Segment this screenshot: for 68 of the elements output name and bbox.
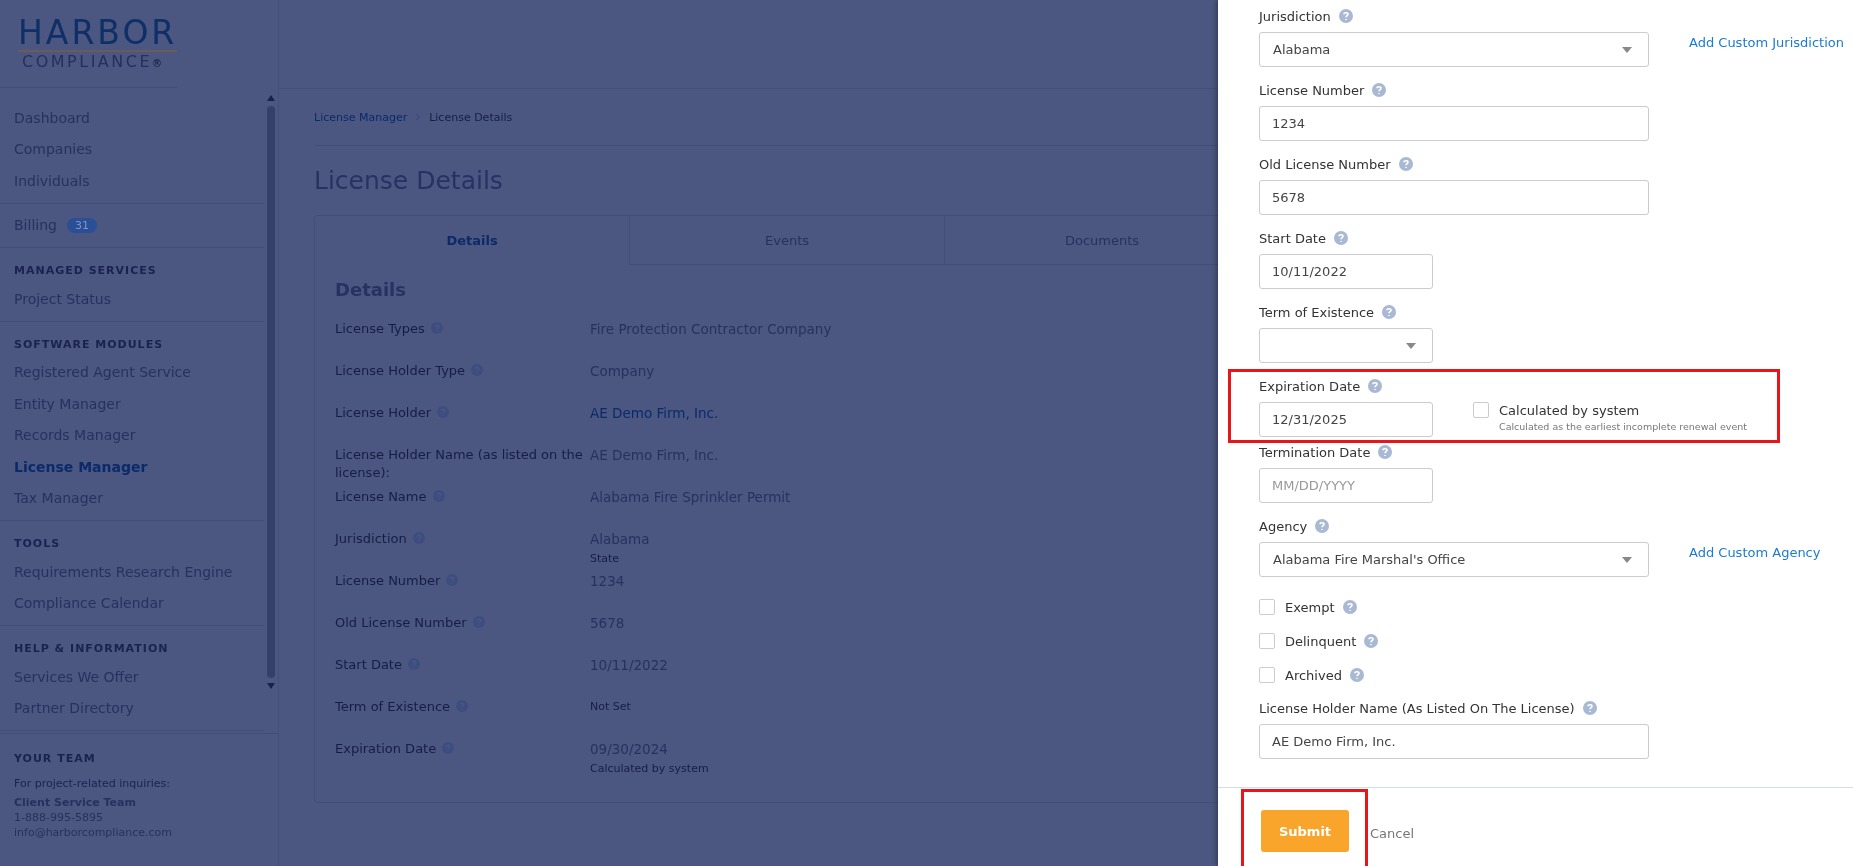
input-field[interactable]: AE Demo Firm, Inc. bbox=[1259, 724, 1649, 759]
field-label: License Number bbox=[1259, 82, 1365, 98]
help-icon[interactable] bbox=[1582, 701, 1597, 715]
caret-icon[interactable] bbox=[1622, 46, 1632, 53]
field-note: Calculated by system bbox=[590, 762, 709, 775]
help-icon[interactable] bbox=[1368, 379, 1383, 393]
scroll-down-icon[interactable] bbox=[266, 682, 276, 690]
field-label: Old License Number bbox=[1259, 156, 1391, 172]
field-label: License Name bbox=[335, 489, 427, 504]
help-icon[interactable] bbox=[1315, 519, 1330, 533]
help-icon[interactable] bbox=[1349, 668, 1364, 682]
field-label: Old License Number bbox=[335, 615, 467, 630]
help-icon[interactable] bbox=[1382, 305, 1397, 319]
input-field[interactable]: 1234 bbox=[1259, 106, 1649, 141]
tab[interactable]: Details bbox=[315, 216, 629, 265]
input-field[interactable]: 10/11/2022 bbox=[1259, 254, 1433, 289]
checkbox-label: Exempt bbox=[1285, 599, 1335, 615]
field-value: Not Set bbox=[590, 699, 631, 715]
field-label: Start Date bbox=[1259, 230, 1326, 246]
help-icon[interactable] bbox=[1372, 83, 1387, 97]
field-label: License Holder Name (as listed on the license): bbox=[335, 447, 583, 480]
field-note: Calculated as the earliest incomplete renewal event bbox=[1498, 421, 1747, 432]
field-label: Term of Existence bbox=[335, 699, 451, 714]
help-icon[interactable] bbox=[1333, 231, 1348, 245]
checkbox[interactable] bbox=[1259, 599, 1275, 615]
checkbox-label: Calculated by system bbox=[1499, 402, 1640, 418]
field-label: Start Date bbox=[335, 657, 402, 672]
help-icon[interactable] bbox=[1364, 634, 1379, 648]
select-field[interactable]: Alabama bbox=[1259, 32, 1649, 67]
help-icon[interactable] bbox=[1398, 157, 1413, 171]
field-label: Term of Existence bbox=[1259, 304, 1375, 320]
field-label: License Types bbox=[335, 321, 425, 336]
select-field[interactable] bbox=[1259, 328, 1433, 363]
field-label: License Number bbox=[335, 573, 441, 588]
scroll-up-icon[interactable] bbox=[266, 94, 276, 102]
checkbox-label: Delinquent bbox=[1285, 633, 1357, 649]
count-badge: 31 bbox=[66, 217, 97, 233]
caret-icon[interactable] bbox=[1622, 556, 1632, 563]
field-value[interactable]: AE Demo Firm, Inc. bbox=[590, 404, 719, 422]
input-field[interactable]: 5678 bbox=[1259, 180, 1649, 215]
sidebar-item[interactable]: License Manager bbox=[14, 458, 148, 475]
field-label: Expiration Date bbox=[335, 741, 437, 756]
field-label: Agency bbox=[1259, 518, 1308, 534]
field-label: Jurisdiction bbox=[335, 531, 407, 546]
add-link[interactable]: Add Custom Jurisdiction bbox=[1689, 35, 1844, 50]
cancel-link[interactable]: Cancel bbox=[1370, 826, 1415, 841]
field-label: License Holder Type bbox=[335, 363, 466, 378]
field-label: License Holder bbox=[335, 405, 432, 420]
checkbox[interactable] bbox=[1473, 402, 1489, 418]
help-icon[interactable] bbox=[1338, 9, 1353, 23]
select-field[interactable]: Alabama Fire Marshal's Office bbox=[1259, 542, 1649, 577]
help-icon[interactable] bbox=[1378, 445, 1393, 459]
checkbox-label: Archived bbox=[1285, 667, 1342, 683]
submit-button[interactable]: Submit bbox=[1261, 810, 1349, 852]
field-note: State bbox=[590, 552, 621, 565]
field-label: Termination Date bbox=[1259, 444, 1371, 460]
caret-icon[interactable] bbox=[1406, 342, 1416, 349]
add-link[interactable]: Add Custom Agency bbox=[1689, 545, 1821, 560]
field-label: Expiration Date bbox=[1259, 378, 1361, 394]
breadcrumb-link[interactable]: License Manager bbox=[314, 110, 408, 124]
input-field[interactable]: MM/DD/YYYY bbox=[1259, 468, 1433, 503]
breadcrumb-current: License Details bbox=[429, 110, 513, 124]
checkbox[interactable] bbox=[1259, 667, 1275, 683]
help-icon[interactable] bbox=[1342, 600, 1357, 614]
field-label: License Holder Name (As Listed On The License) bbox=[1259, 700, 1575, 716]
checkbox[interactable] bbox=[1259, 633, 1275, 649]
field-label: Jurisdiction bbox=[1259, 8, 1331, 24]
input-field[interactable]: 12/31/2025 bbox=[1259, 402, 1433, 437]
